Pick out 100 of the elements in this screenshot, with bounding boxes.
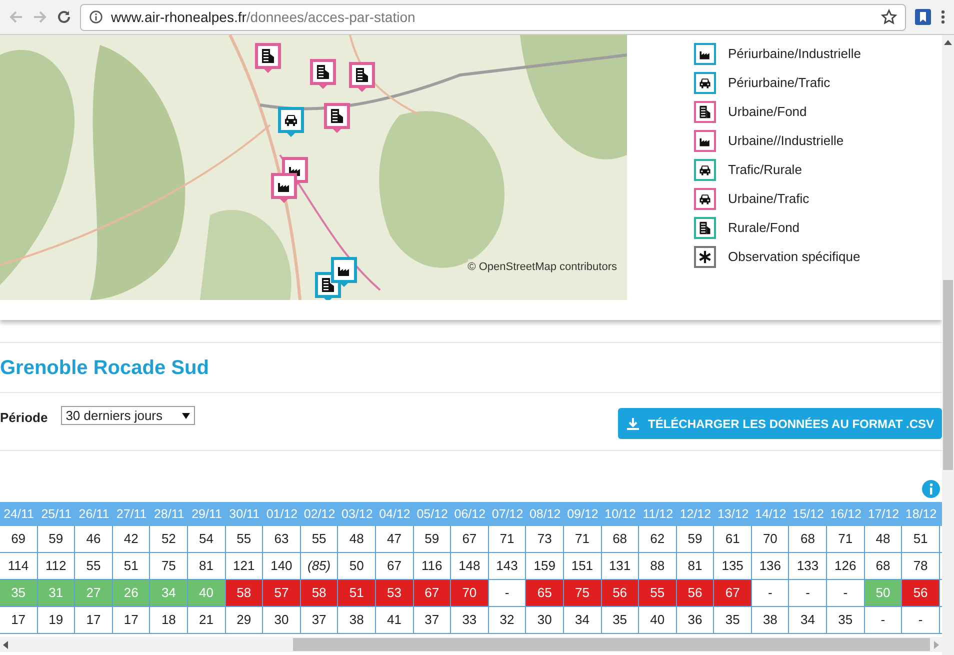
- table-cell: 133: [789, 553, 828, 579]
- table-cell: 50: [338, 553, 376, 579]
- table-cell: 71: [827, 526, 865, 552]
- table-cell: 143: [488, 553, 526, 579]
- table-cell: 58: [226, 580, 264, 606]
- table-cell: 116: [414, 553, 452, 579]
- column-header: 29/11: [190, 506, 223, 523]
- table-cell: 51: [338, 580, 376, 606]
- table-cell: 17: [75, 607, 113, 633]
- column-header: 09/12: [566, 506, 600, 523]
- download-icon: [626, 416, 640, 430]
- table-cell: -: [789, 580, 828, 606]
- reload-icon[interactable]: [56, 9, 72, 25]
- table-cell: 29: [226, 607, 264, 633]
- building-icon: [698, 221, 712, 235]
- table-cell: 53: [376, 580, 414, 606]
- scrollbar-thumb[interactable]: [943, 280, 953, 470]
- column-header: 26/11: [78, 506, 110, 523]
- table-cell: 42: [112, 526, 150, 552]
- column-header: 02/12: [302, 506, 336, 523]
- map-marker[interactable]: [349, 62, 375, 92]
- scroll-up-icon[interactable]: [944, 39, 952, 47]
- column-header: 25/11: [40, 506, 73, 523]
- table-cell: 69: [0, 526, 38, 552]
- menu-icon[interactable]: [940, 9, 946, 25]
- building-icon: [260, 48, 276, 64]
- table-cell: 35: [602, 607, 640, 633]
- horizontal-scrollbar[interactable]: [0, 637, 942, 652]
- table-cell: 68: [602, 526, 640, 552]
- table-cell: 31: [38, 580, 76, 606]
- column-header: 06/12: [453, 506, 487, 523]
- table-cell: 81: [676, 553, 714, 579]
- column-header: 28/11: [152, 506, 186, 523]
- legend-label: Urbaine/Fond: [728, 103, 807, 122]
- map-marker[interactable]: [271, 173, 297, 203]
- table-cell: 136: [752, 553, 790, 579]
- column-header: 03/12: [340, 506, 374, 523]
- table-cell: 32: [488, 607, 526, 633]
- table-cell: 67: [451, 526, 489, 552]
- url-text: www.air-rhonealpes.fr/donnees/acces-par-station: [111, 8, 416, 27]
- table-cell: 30: [263, 607, 301, 633]
- table-cell: 59: [676, 526, 714, 552]
- map-marker[interactable]: [331, 257, 357, 287]
- column-header: 10/12: [604, 506, 637, 523]
- table-cell: 59: [38, 526, 76, 552]
- scrollbar-thumb[interactable]: [293, 638, 930, 651]
- table-cell: 68: [864, 553, 902, 579]
- car-icon: [698, 192, 712, 206]
- star-icon[interactable]: [881, 9, 897, 25]
- table-cell: 55: [226, 526, 264, 552]
- info-icon[interactable]: [89, 10, 103, 24]
- map-marker[interactable]: [310, 59, 336, 89]
- column-header: 16/12: [829, 506, 862, 523]
- legend-label: Urbaine/Trafic: [728, 190, 810, 208]
- table-cell: 34: [564, 607, 602, 633]
- table-cell: 34: [789, 607, 828, 633]
- bookmark-icon[interactable]: [914, 8, 932, 26]
- building-icon: [315, 64, 331, 80]
- station-title: Grenoble Rocade Sud: [0, 356, 209, 380]
- column-header: 18/12: [904, 506, 938, 523]
- map-marker[interactable]: [324, 103, 350, 133]
- table-cell: 38: [752, 607, 790, 633]
- car-icon: [698, 76, 712, 90]
- table-cell: 81: [188, 553, 226, 579]
- map-marker[interactable]: [255, 43, 281, 73]
- table-cell: 35: [827, 607, 865, 633]
- table-cell: 17: [112, 607, 150, 633]
- address-bar[interactable]: www.air-rhonealpes.fr/donnees/acces-par-station: [80, 4, 906, 30]
- legend-label: Urbaine//Industrielle: [728, 132, 844, 150]
- table-cell: 71: [488, 526, 526, 552]
- legend-label: Trafic/Rurale: [728, 161, 802, 180]
- legend-label: Observation spécifique: [728, 248, 860, 266]
- table-cell: 151: [564, 553, 602, 579]
- table-cell: 18: [150, 607, 188, 633]
- map-marker[interactable]: [278, 107, 304, 137]
- table-cell: -: [752, 580, 790, 606]
- vertical-scrollbar[interactable]: [942, 35, 954, 655]
- period-label: Période: [0, 409, 48, 427]
- table-cell: 70: [752, 526, 790, 552]
- table-cell: 46: [75, 526, 113, 552]
- table-cell: 56: [676, 580, 714, 606]
- column-header: 30/11: [228, 506, 261, 523]
- asterisk-icon: [698, 250, 712, 264]
- table-cell: 26: [112, 580, 150, 606]
- table-cell: 148: [451, 553, 489, 579]
- table-cell: -: [902, 607, 940, 633]
- column-header: 15/12: [792, 506, 825, 523]
- dropdown-caret-icon: [182, 412, 190, 418]
- legend-label: Rurale/Fond: [728, 219, 800, 238]
- table-cell: 35: [0, 580, 38, 606]
- map-attribution: © OpenStreetMap contributors: [468, 259, 617, 276]
- building-icon: [698, 105, 712, 119]
- table-cell: 68: [789, 526, 828, 552]
- column-header: 08/12: [528, 506, 562, 523]
- table-cell: 56: [602, 580, 640, 606]
- table-cell: 37: [300, 607, 338, 633]
- period-select[interactable]: 30 derniers jours: [60, 406, 195, 425]
- table-cell: 71: [564, 526, 602, 552]
- table-cell: 67: [714, 580, 752, 606]
- column-header: 01/12: [265, 506, 299, 523]
